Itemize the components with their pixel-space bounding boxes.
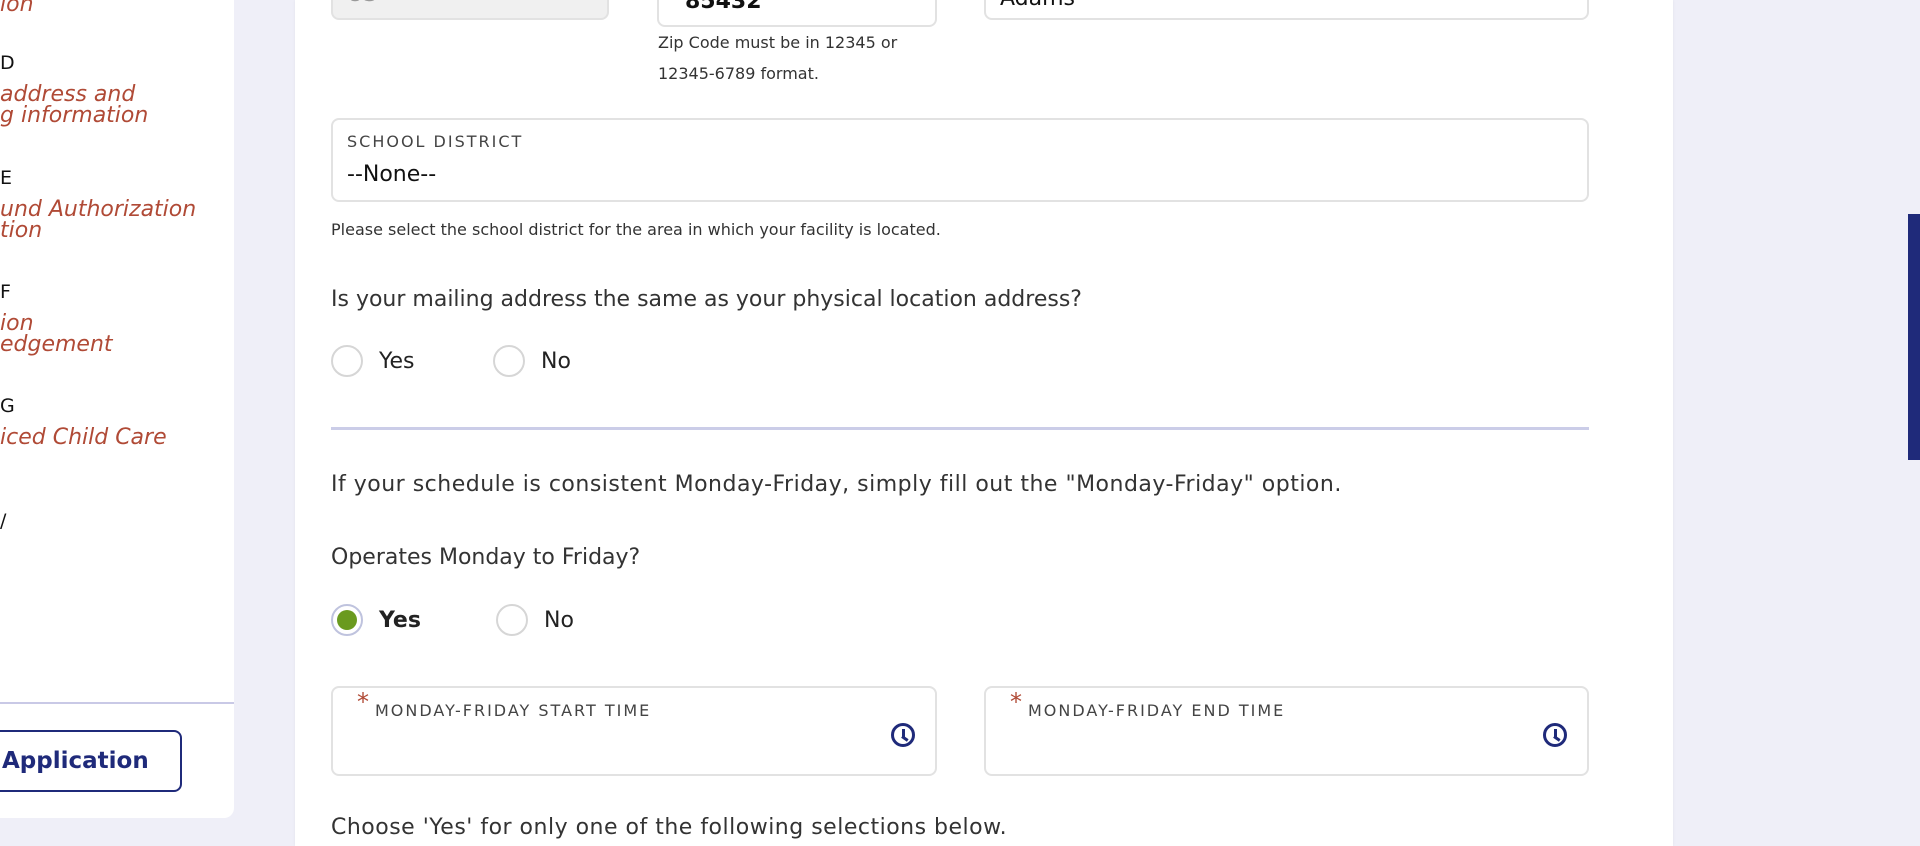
sidebar-step-title: g information	[0, 103, 149, 128]
sidebar-step-title: und Authorization	[0, 197, 197, 222]
zip-code-hint: Zip Code must be in 12345 or	[658, 33, 898, 52]
sidebar-step-d[interactable]: D address and g information	[0, 52, 149, 128]
mailing-yes-radio[interactable]	[331, 345, 363, 377]
sidebar-step-title: ion	[0, 311, 34, 336]
schedule-note: If your schedule is consistent Monday-Fr…	[331, 472, 1342, 497]
zip-code-hint: 12345-6789 format.	[658, 64, 819, 83]
sidebar-step-e[interactable]: E und Authorization tion	[0, 167, 197, 243]
country-value: US	[347, 0, 377, 7]
mailing-yes-label: Yes	[379, 348, 415, 374]
start-time-label: MONDAY-FRIDAY START TIME	[375, 701, 652, 720]
mailing-no-label: No	[541, 348, 571, 374]
operates-no-radio[interactable]	[496, 604, 528, 636]
sidebar-step-letter: F	[0, 281, 11, 303]
operates-question: Operates Monday to Friday?	[331, 545, 641, 570]
clock-icon[interactable]	[1543, 723, 1567, 747]
section-divider	[331, 427, 1589, 430]
sidebar-step-letter: /	[0, 510, 7, 532]
school-district-value: --None--	[347, 162, 437, 187]
sidebar-step-g[interactable]: G iced Child Care	[0, 395, 167, 450]
country-field[interactable]: US	[331, 0, 609, 20]
mailing-yes-option[interactable]: Yes	[331, 345, 415, 377]
sidebar-step-c[interactable]: ion	[0, 0, 34, 17]
monday-friday-start-time-field[interactable]: * MONDAY-FRIDAY START TIME	[331, 686, 937, 776]
clock-icon[interactable]	[891, 723, 915, 747]
operates-no-option[interactable]: No	[496, 604, 574, 636]
school-district-hint: Please select the school district for th…	[331, 220, 941, 239]
operates-no-label: No	[544, 607, 574, 633]
submit-application-button[interactable]: Application	[0, 730, 182, 792]
school-district-label: SCHOOL DISTRICT	[347, 132, 524, 151]
sidebar-step-title: edgement	[0, 332, 113, 357]
sidebar-step-letter: G	[0, 395, 15, 417]
progress-sidebar: ion D address and g information E und Au…	[0, 0, 234, 818]
mailing-address-question: Is your mailing address the same as your…	[331, 287, 1082, 312]
sidebar-step-f[interactable]: F ion edgement	[0, 281, 113, 357]
end-time-label: MONDAY-FRIDAY END TIME	[1028, 701, 1286, 720]
mailing-no-option[interactable]: No	[493, 345, 571, 377]
county-value: Adams	[1000, 0, 1075, 11]
sidebar-step-title: address and	[0, 82, 136, 107]
zip-code-value: 85432	[685, 0, 762, 14]
sidebar-step-title: iced Child Care	[0, 425, 167, 450]
sidebar-divider	[0, 702, 234, 704]
radio-selected-dot	[337, 610, 357, 630]
choose-note: Choose 'Yes' for only one of the followi…	[331, 815, 1008, 840]
sidebar-step-title: tion	[0, 218, 43, 243]
operates-yes-option[interactable]: Yes	[331, 604, 421, 636]
monday-friday-end-time-field[interactable]: * MONDAY-FRIDAY END TIME	[984, 686, 1589, 776]
school-district-select[interactable]: SCHOOL DISTRICT --None--	[331, 118, 1589, 202]
operates-yes-label: Yes	[379, 607, 421, 633]
sidebar-step-title: ion	[0, 0, 34, 17]
operates-yes-radio[interactable]	[331, 604, 363, 636]
sidebar-step-letter: D	[0, 52, 15, 74]
scrollbar-thumb[interactable]	[1908, 214, 1920, 460]
sidebar-step-h[interactable]: /	[0, 510, 6, 532]
zip-code-field[interactable]: 85432	[657, 0, 937, 27]
mailing-no-radio[interactable]	[493, 345, 525, 377]
required-asterisk: *	[1010, 688, 1022, 716]
required-asterisk: *	[357, 688, 369, 716]
sidebar-step-letter: E	[0, 167, 13, 189]
county-field[interactable]: Adams	[984, 0, 1589, 20]
